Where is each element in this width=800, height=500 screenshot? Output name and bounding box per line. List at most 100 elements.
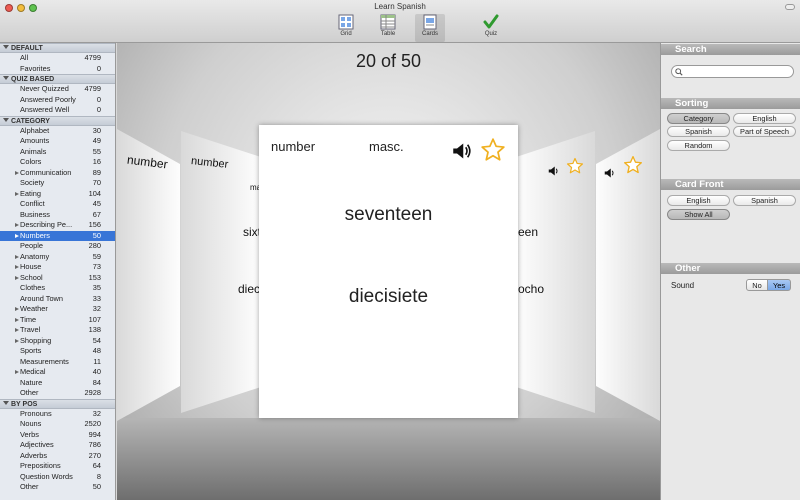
card-right-near[interactable]: een ocho <box>518 131 595 413</box>
toolbar-table-button[interactable]: Table <box>373 14 403 42</box>
card-front-spanish-button[interactable]: Spanish <box>733 195 796 206</box>
sidebar-item-house[interactable]: House 73 <box>0 262 115 273</box>
sidebar-item-around-town[interactable]: Around Town 33 <box>0 294 115 305</box>
speaker-icon[interactable] <box>604 167 616 179</box>
disclosure-right-icon[interactable] <box>15 254 19 259</box>
card-left-near[interactable]: number ma sixt diecis <box>181 131 259 413</box>
sidebar-item-numbers[interactable]: Numbers 50 <box>0 230 115 241</box>
favorite-star-icon[interactable] <box>566 157 584 175</box>
speaker-icon[interactable] <box>451 141 473 161</box>
disclosure-right-icon[interactable] <box>15 328 19 332</box>
favorite-star-icon[interactable] <box>480 137 506 163</box>
search-field[interactable] <box>671 65 794 78</box>
sound-yes-toggle[interactable]: Yes <box>767 279 791 291</box>
sort-random-button[interactable]: Random <box>667 140 730 151</box>
sidebar-item-adjectives[interactable]: Adjectives 786 <box>0 440 115 451</box>
flashcard-current[interactable]: number masc. seventeen diecisiete <box>259 125 518 418</box>
grid-icon <box>338 14 354 30</box>
disclosure-right-icon[interactable] <box>15 317 19 322</box>
card-spanish-word: diecisiete <box>348 286 429 307</box>
checkmark-icon <box>483 14 499 29</box>
sidebar-item-question-words[interactable]: Question Words 8 <box>0 472 115 483</box>
disclosure-down-icon <box>3 117 9 122</box>
search-header: Search <box>661 44 800 55</box>
sidebar-item-verbs[interactable]: Verbs 994 <box>0 430 115 441</box>
sidebar-item-time[interactable]: Time 107 <box>0 315 115 326</box>
sidebar-item-describing-people[interactable]: Describing Pe... 156 <box>0 220 115 231</box>
disclosure-right-icon[interactable] <box>15 233 19 238</box>
disclosure-right-icon[interactable] <box>15 370 19 374</box>
sort-part-of-speech-button[interactable]: Part of Speech <box>733 126 796 137</box>
sidebar-item-animals[interactable]: Animals 55 <box>0 147 115 158</box>
disclosure-right-icon[interactable] <box>15 191 19 196</box>
sidebar-item-weather[interactable]: Weather 32 <box>0 304 115 315</box>
sidebar-item-all[interactable]: All 4799 <box>0 53 115 64</box>
sidebar-item-clothes[interactable]: Clothes 35 <box>0 283 115 294</box>
search-icon <box>675 68 683 76</box>
sidebar-item-eating[interactable]: Eating 104 <box>0 189 115 200</box>
sidebar-item-other-pos[interactable]: Other 50 <box>0 482 115 493</box>
options-panel: Search Sorting Category English Spanish … <box>660 43 800 500</box>
sidebar-item-favorites[interactable]: Favorites 0 <box>0 64 115 75</box>
sort-english-button[interactable]: English <box>733 113 796 124</box>
sidebar-item-nature[interactable]: Nature 84 <box>0 378 115 389</box>
sidebar-item-communication[interactable]: Communication 89 <box>0 168 115 179</box>
sidebar-item-measurements[interactable]: Measurements 11 <box>0 357 115 368</box>
toolbar-table-label: Table <box>380 31 396 37</box>
sidebar-item-alphabet[interactable]: Alphabet 30 <box>0 126 115 137</box>
card-left-near-english: sixt <box>243 225 259 239</box>
disclosure-right-icon[interactable] <box>15 275 19 280</box>
card-front-header: Card Front <box>661 179 800 190</box>
sidebar-item-shopping[interactable]: Shopping 54 <box>0 336 115 347</box>
card-left-far[interactable]: number <box>117 129 180 421</box>
sidebar-item-sports[interactable]: Sports 48 <box>0 346 115 357</box>
disclosure-right-icon[interactable] <box>15 223 19 227</box>
toolbar-grid-button[interactable]: Grid <box>331 14 361 42</box>
sidebar-item-never-quizzed[interactable]: Never Quizzed 4799 <box>0 84 115 95</box>
sidebar: DEFAULT All 4799 Favorites 0 QUIZ BASED Ne… <box>0 43 116 500</box>
sidebar-item-business[interactable]: Business 67 <box>0 210 115 221</box>
sidebar-item-prepositions[interactable]: Prepositions 64 <box>0 461 115 472</box>
section-header-by-pos[interactable]: BY POS <box>0 398 115 409</box>
toolbar-quiz-label: Quiz <box>484 31 498 37</box>
card-right-far[interactable] <box>596 129 660 421</box>
sidebar-item-anatomy[interactable]: Anatomy 59 <box>0 252 115 263</box>
toolbar-toggle-button[interactable] <box>785 4 795 10</box>
sidebar-item-answered-well[interactable]: Answered Well 0 <box>0 105 115 116</box>
card-front-show-all-button[interactable]: Show All <box>667 209 730 220</box>
section-header-category[interactable]: CATEGORY <box>0 115 115 126</box>
favorite-star-icon[interactable] <box>623 155 643 175</box>
sort-spanish-button[interactable]: Spanish <box>667 126 730 137</box>
disclosure-right-icon[interactable] <box>15 338 19 343</box>
sidebar-item-pronouns[interactable]: Pronouns 32 <box>0 409 115 420</box>
sidebar-item-amounts[interactable]: Amounts 49 <box>0 136 115 147</box>
sidebar-item-colors[interactable]: Colors 16 <box>0 157 115 168</box>
section-header-default[interactable]: DEFAULT <box>0 43 115 53</box>
toolbar-quiz-button[interactable]: Quiz <box>476 14 506 42</box>
sorting-header: Sorting <box>661 98 800 109</box>
sidebar-item-nouns[interactable]: Nouns 2520 <box>0 419 115 430</box>
sidebar-item-people[interactable]: People 280 <box>0 241 115 252</box>
card-front-english-button[interactable]: English <box>667 195 730 206</box>
cards-icon <box>423 14 437 30</box>
disclosure-down-icon <box>3 400 9 405</box>
sidebar-item-school[interactable]: School 153 <box>0 273 115 284</box>
disclosure-right-icon[interactable] <box>15 265 19 269</box>
sidebar-item-conflict[interactable]: Conflict 45 <box>0 199 115 210</box>
sidebar-item-answered-poorly[interactable]: Answered Poorly 0 <box>0 95 115 106</box>
disclosure-right-icon[interactable] <box>15 307 19 311</box>
toolbar-cards-button[interactable]: Cards <box>415 14 445 42</box>
sound-no-toggle[interactable]: No <box>746 279 768 291</box>
sidebar-item-adverbs[interactable]: Adverbs 270 <box>0 451 115 462</box>
sidebar-item-travel[interactable]: Travel 138 <box>0 325 115 336</box>
speaker-icon[interactable] <box>548 165 560 177</box>
sidebar-item-medical[interactable]: Medical 40 <box>0 367 115 378</box>
disclosure-right-icon[interactable] <box>15 170 19 175</box>
search-input[interactable] <box>685 67 790 77</box>
disclosure-down-icon <box>3 45 9 49</box>
sidebar-item-other-category[interactable]: Other 2928 <box>0 388 115 399</box>
section-header-quiz-based[interactable]: QUIZ BASED <box>0 74 115 84</box>
title-bar: Learn Spanish Grid Table Cards Quiz <box>0 0 800 43</box>
sidebar-item-society[interactable]: Society 70 <box>0 178 115 189</box>
sort-category-button[interactable]: Category <box>667 113 730 124</box>
